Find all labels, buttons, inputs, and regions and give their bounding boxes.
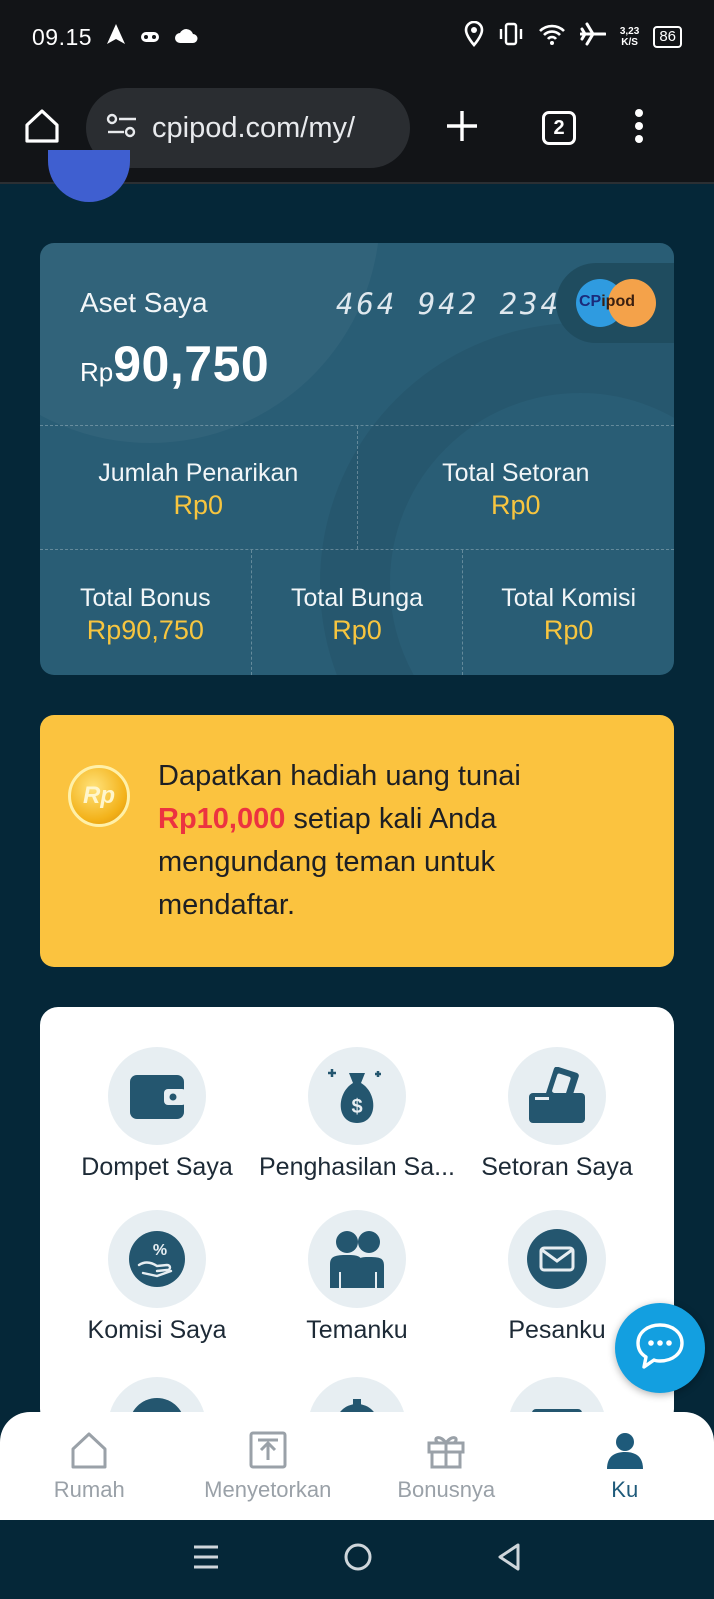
menu-item-dompet-saya[interactable]: Dompet Saya: [57, 1047, 257, 1182]
url-text[interactable]: cpipod.com/my/: [152, 112, 355, 145]
vibrate-icon: [498, 22, 524, 52]
location-icon: [464, 20, 484, 53]
user-icon: [605, 1430, 645, 1475]
referral-promo-banner[interactable]: Rp Dapatkan hadiah uang tunai Rp10,000 s…: [40, 715, 674, 967]
asset-summary: Aset Saya Rp90,750 464 942 234 CPipod: [40, 243, 674, 425]
net-speed: 3,23 K/S: [620, 26, 639, 48]
asset-label: Aset Saya: [80, 287, 208, 318]
svg-text:%: %: [153, 1242, 167, 1259]
stat-label: Total Komisi: [501, 583, 637, 612]
recent-apps-button[interactable]: [192, 1544, 220, 1575]
more-options-icon[interactable]: [634, 108, 644, 148]
stat-total-bonus: Total Bonus Rp90,750: [40, 550, 252, 675]
promo-text: Dapatkan hadiah uang tunai Rp10,000 seti…: [158, 755, 638, 927]
stat-label: Total Bonus: [80, 583, 211, 612]
promo-highlight: Rp10,000: [158, 803, 286, 835]
menu-card: Dompet Saya $ Penghasilan Sa... Setoran …: [40, 1007, 674, 1427]
nav-label: Rumah: [53, 1476, 125, 1502]
wallet-icon: [108, 1047, 206, 1145]
chat-support-button[interactable]: [615, 1303, 705, 1393]
stats-row: Jumlah Penarikan Rp0 Total Setoran Rp0: [40, 425, 674, 549]
nav-item-bonusnya[interactable]: Bonusnya: [357, 1412, 536, 1520]
system-navigation-bar: [0, 1520, 714, 1599]
commission-icon: %: [108, 1210, 206, 1308]
status-time: 09.15: [32, 23, 93, 50]
stat-jumlah-penarikan: Jumlah Penarikan Rp0: [40, 426, 358, 549]
menu-label: Setoran Saya: [481, 1153, 633, 1181]
home-icon: [69, 1430, 109, 1475]
stat-total-setoran: Total Setoran Rp0: [358, 426, 675, 549]
mail-icon: [508, 1210, 606, 1308]
wifi-icon: [538, 23, 566, 51]
friends-icon: [308, 1210, 406, 1308]
home-button[interactable]: [22, 106, 62, 151]
asset-amount: Rp90,750: [80, 335, 269, 393]
stat-total-komisi: Total Komisi Rp0: [463, 550, 674, 675]
nav-item-menyetorkan[interactable]: Menyetorkan: [179, 1412, 358, 1520]
bottom-navigation: Rumah Menyetorkan Bonusnya Ku: [0, 1412, 714, 1520]
nav-item-rumah[interactable]: Rumah: [0, 1412, 179, 1520]
asset-card: Aset Saya Rp90,750 464 942 234 CPipod Ju…: [40, 243, 674, 675]
site-settings-icon[interactable]: [106, 113, 138, 144]
svg-text:$: $: [351, 1096, 362, 1118]
chat-icon: [634, 1321, 686, 1376]
coin-icon: Rp: [68, 765, 130, 827]
battery-indicator: 86: [653, 26, 682, 48]
stat-label: Jumlah Penarikan: [98, 458, 299, 487]
tab-switcher-button[interactable]: 2: [542, 111, 576, 145]
menu-item-komisi-saya[interactable]: % Komisi Saya: [57, 1210, 257, 1345]
menu-label: Penghasilan Sa...: [259, 1153, 455, 1181]
asset-value: 90,750: [113, 336, 270, 392]
asset-currency: Rp: [80, 357, 114, 387]
navigation-arrow-icon: [106, 23, 126, 51]
nav-label: Bonusnya: [397, 1476, 496, 1502]
stat-label: Total Setoran: [442, 458, 590, 487]
promo-text-before: Dapatkan hadiah uang tunai: [158, 760, 521, 792]
avatar: [48, 150, 130, 202]
menu-item-setoran-saya[interactable]: Setoran Saya: [457, 1047, 657, 1182]
deposit-icon: [508, 1047, 606, 1145]
gift-icon: [426, 1430, 466, 1475]
system-back-button[interactable]: [496, 1542, 522, 1577]
menu-label: Komisi Saya: [87, 1316, 227, 1344]
stat-value: Rp0: [490, 489, 541, 520]
stat-value: Rp0: [543, 614, 594, 645]
logo-text-ipod: ipod: [601, 293, 635, 310]
status-bar: 09.15 3,23 K/S 86: [0, 0, 714, 74]
stat-value: Rp90,750: [86, 614, 204, 645]
account-number: 464 942 234: [336, 287, 562, 321]
nav-label: Ku: [611, 1476, 639, 1502]
game-controller-icon: [140, 24, 160, 50]
stat-total-bunga: Total Bunga Rp0: [252, 550, 464, 675]
net-speed-unit: K/S: [621, 37, 638, 48]
stats-row: Total Bonus Rp90,750 Total Bunga Rp0 Tot…: [40, 549, 674, 675]
upload-icon: [248, 1430, 288, 1475]
system-home-button[interactable]: [343, 1542, 373, 1577]
menu-item-penghasilan-saya[interactable]: $ Penghasilan Sa...: [257, 1047, 457, 1182]
nav-label: Menyetorkan: [204, 1476, 332, 1502]
stat-value: Rp0: [173, 489, 224, 520]
logo-text-cp: CP: [579, 293, 602, 310]
menu-item-temanku[interactable]: Temanku: [257, 1210, 457, 1345]
cpipod-logo: CPipod: [556, 263, 674, 343]
cloud-icon: [174, 24, 198, 50]
menu-label: Dompet Saya: [81, 1153, 233, 1181]
stat-label: Total Bunga: [290, 583, 424, 612]
money-bag-icon: $: [308, 1047, 406, 1145]
menu-label: Temanku: [306, 1316, 408, 1344]
new-tab-button[interactable]: [444, 108, 480, 149]
url-bar[interactable]: cpipod.com/my/: [86, 88, 410, 168]
stat-value: Rp0: [332, 614, 382, 645]
airplane-icon: [579, 22, 607, 52]
net-speed-value: 3,23: [619, 26, 640, 37]
nav-item-ku[interactable]: Ku: [536, 1412, 714, 1520]
menu-label: Pesanku: [508, 1316, 606, 1344]
